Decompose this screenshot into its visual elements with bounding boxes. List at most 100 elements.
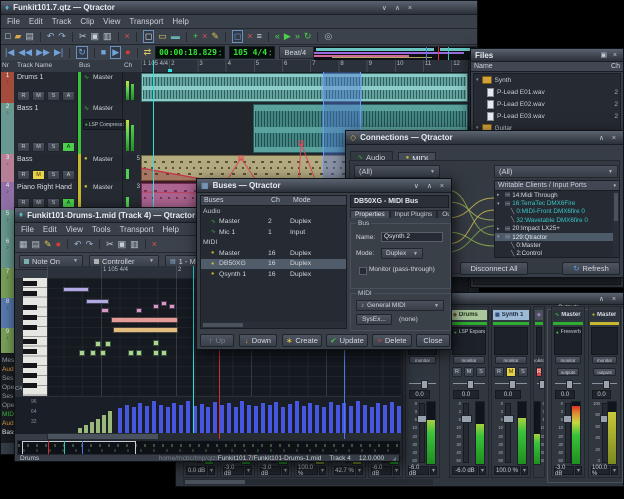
bus-row[interactable]: ●Master16Duplex [201, 248, 346, 259]
loop-start-icon[interactable]: « [275, 31, 280, 42]
close-icon[interactable]: × [440, 183, 447, 190]
filter-right-combo[interactable]: (All)▼ [494, 165, 618, 178]
tree-port-item[interactable]: ╲0:MIDI-Front DMX6fire 0 [495, 208, 619, 216]
strip-header[interactable]: ●Master [590, 310, 619, 320]
strip-plugins[interactable] [591, 327, 618, 355]
tab-output[interactable]: Output [437, 210, 449, 218]
delete-icon[interactable]: × [152, 239, 157, 250]
track-r-button[interactable]: R [17, 142, 30, 152]
velocity-bar[interactable] [295, 401, 299, 434]
velocity-bar[interactable] [96, 419, 100, 434]
velocity-bar[interactable] [159, 405, 163, 434]
menu-view[interactable]: View [66, 225, 83, 234]
velocity-bar[interactable] [186, 401, 190, 434]
black-key[interactable] [23, 349, 37, 354]
velocity-bar[interactable] [281, 407, 285, 434]
value-spin-button[interactable]: ▾ [356, 466, 363, 475]
value-spin-button[interactable]: ▾ [319, 466, 326, 475]
velocity-bar[interactable] [376, 403, 380, 434]
black-key[interactable] [23, 383, 37, 388]
strip-r-button[interactable]: R [452, 367, 462, 377]
fader-handle[interactable] [461, 415, 472, 423]
strip-r-button[interactable]: R [536, 367, 542, 377]
play-head-icon[interactable]: ▶ [284, 31, 291, 42]
pan-handle[interactable] [467, 380, 474, 389]
mixer-toggle-icon[interactable]: ≡ [257, 31, 262, 42]
tree-client-item[interactable]: ▾▤16:TerraTec DMX6Fire [495, 199, 619, 207]
down-button[interactable]: ↓Down [239, 334, 277, 347]
track-a-button[interactable]: A [62, 142, 75, 152]
connections-toggle-icon[interactable]: ◻ [232, 30, 243, 43]
maximize-icon[interactable]: ∧ [395, 5, 403, 12]
plugin-entry[interactable]: ●LSP Compressor [83, 119, 125, 130]
black-key[interactable] [23, 339, 37, 344]
scrollbar-thumb[interactable] [48, 434, 158, 439]
strip-plugins[interactable] [494, 327, 528, 355]
strip-header[interactable]: ◆Drums [451, 310, 487, 320]
buses-titlebar[interactable]: ▦ Buses — Qtractor ∨ ∧ × [197, 179, 451, 193]
velocity-bar[interactable] [220, 405, 224, 434]
pan-handle[interactable] [509, 380, 516, 389]
black-key[interactable] [23, 291, 37, 296]
strip-r-button[interactable]: R [494, 367, 504, 377]
mixer-strip[interactable]: ●Mastermonitoroutputs0.0100806040200100.… [588, 306, 621, 478]
thumbnail-viewport[interactable] [22, 441, 136, 455]
close-button[interactable]: Close [416, 334, 450, 347]
velocity-bar[interactable] [132, 407, 136, 434]
tree-port-item[interactable]: ╲2:Control [495, 250, 619, 258]
value-spin-button[interactable]: ▾ [479, 466, 486, 475]
loop-end-icon[interactable]: » [295, 31, 300, 42]
track-m-button[interactable]: M [32, 142, 45, 152]
mixer-strip[interactable]: ◆Drums●LSP ExpandemonitorRMS0.0035102030… [449, 306, 489, 478]
velocity-bar[interactable] [322, 407, 326, 434]
velocity-bar[interactable] [268, 405, 272, 434]
value-spin-button[interactable]: ▾ [282, 466, 289, 475]
track-s-button[interactable]: S [47, 142, 60, 152]
track-number[interactable]: 6♪ [1, 238, 14, 269]
strip-plugins[interactable]: ●LSP Expande [452, 327, 486, 355]
value-spin-button[interactable]: ▾ [575, 466, 582, 475]
scrollbar-thumb[interactable] [203, 323, 243, 327]
tempo-display[interactable]: 105 4/4▴▾ [229, 46, 275, 59]
value-spin-button[interactable]: ▾ [611, 466, 618, 475]
cut-icon[interactable]: ✂ [106, 239, 114, 250]
velocity-bar[interactable] [390, 402, 394, 434]
close-windows-icon[interactable]: × [247, 31, 252, 42]
value-spin-button[interactable]: ▾ [245, 466, 252, 475]
track-number[interactable]: 7♪ [1, 268, 14, 299]
piano-keyboard[interactable]: C4 [15, 278, 47, 396]
name-field[interactable]: Qsynth 2 [381, 232, 443, 242]
strip-header[interactable]: ∿Master [553, 310, 583, 320]
tree-arrow-icon[interactable]: ▸ [497, 226, 503, 232]
record-icon[interactable]: ● [56, 239, 61, 250]
velocity-bar[interactable] [206, 407, 210, 434]
strip-m-button[interactable]: M [464, 367, 474, 377]
bus-row[interactable]: ∿Master2Duplex [201, 217, 346, 228]
tree-client-item[interactable]: ▸▤14:Midi Through [495, 191, 619, 199]
velocity-bar[interactable] [302, 406, 306, 434]
disconnect-all-button[interactable]: Disconnect All [460, 262, 528, 275]
mixer-strip[interactable]: ∿Master●Freeverb (Stemonitoroutputs0.003… [551, 306, 585, 478]
tree-port-item[interactable]: ╲0:Master [495, 241, 619, 249]
velocity-bar[interactable] [370, 407, 374, 434]
menu-file[interactable]: File [21, 225, 34, 234]
tree-scrollbar[interactable] [613, 191, 619, 257]
strip-plugins[interactable]: ●Freeverb (Ste [554, 327, 582, 355]
track-row[interactable]: 3♪BassRMSA●Master5 [1, 154, 141, 183]
col-ch[interactable]: Ch [271, 197, 293, 204]
add-track-icon[interactable]: + [193, 31, 198, 42]
tree-arrow-icon[interactable]: ▸ [497, 192, 503, 198]
files-header[interactable]: Name Ch [471, 62, 623, 72]
monitor-button[interactable]: monitor [537, 356, 541, 364]
edit-range-icon[interactable]: ▭ [158, 31, 167, 42]
pan-handle[interactable] [603, 380, 610, 389]
velocity-bar[interactable] [234, 407, 238, 434]
velocity-bar[interactable] [274, 402, 278, 434]
monitor-button[interactable]: monitor [453, 356, 485, 364]
menu-edit[interactable]: Edit [43, 225, 57, 234]
maximize-icon[interactable]: ∧ [599, 135, 607, 142]
tab-properties[interactable]: Properties [350, 210, 390, 218]
col-buses[interactable]: Buses [204, 197, 271, 204]
update-button[interactable]: ✔Update [326, 334, 368, 347]
resize-grip[interactable]: ◢ [392, 456, 396, 462]
